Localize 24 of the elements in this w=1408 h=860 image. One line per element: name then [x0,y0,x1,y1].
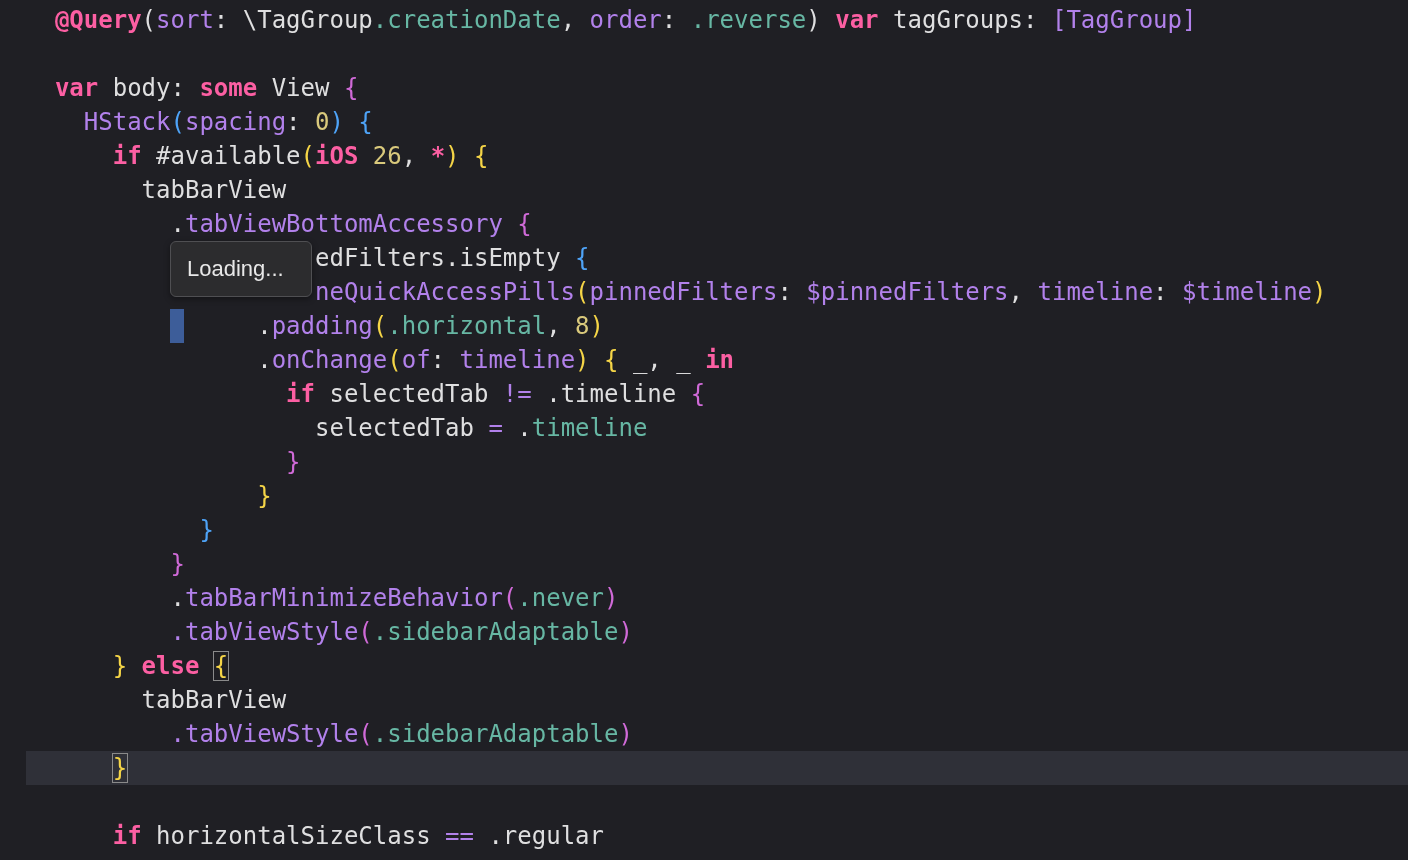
code-line: .tabViewBottomAccessory { [170,209,532,240]
code-line: } [170,549,185,580]
code-line: if horizontalSizeClass == .regular [112,821,604,852]
code-line: .tabViewStyle(.sidebarAdaptable) [170,617,633,648]
code-line: } [112,753,128,784]
code-line: } else { [112,651,229,682]
code-line: neQuickAccessPills(pinnedFilters: $pinnedFilters, timeline: $timeline) [315,277,1327,308]
code-line: tabBarView [141,685,287,716]
code-line: } [286,447,301,478]
code-line: if selectedTab != .timeline { [286,379,706,410]
code-line: .tabViewStyle(.sidebarAdaptable) [170,719,633,750]
code-line: .padding(.horizontal, 8) [257,311,604,342]
loading-tooltip: Loading... [170,241,312,297]
code-line: @Query(sort: \TagGroup.creationDate, order: .reverse) var tagGroups: [TagGroup] [54,5,1197,36]
code-line: } [199,515,214,546]
code-line: edFilters.isEmpty { [315,243,590,274]
code-line: .onChange(of: timeline) { _, _ in [257,345,735,376]
code-line: if #available(iOS 26, *) { [112,141,489,172]
code-line: selectedTab = .timeline [315,413,648,444]
code-line: } [257,481,272,512]
code-line: tabBarView [141,175,287,206]
code-line: HStack(spacing: 0) { [83,107,373,138]
code-line: .tabBarMinimizeBehavior(.never) [170,583,619,614]
code-line: var body: some View { [54,73,359,104]
